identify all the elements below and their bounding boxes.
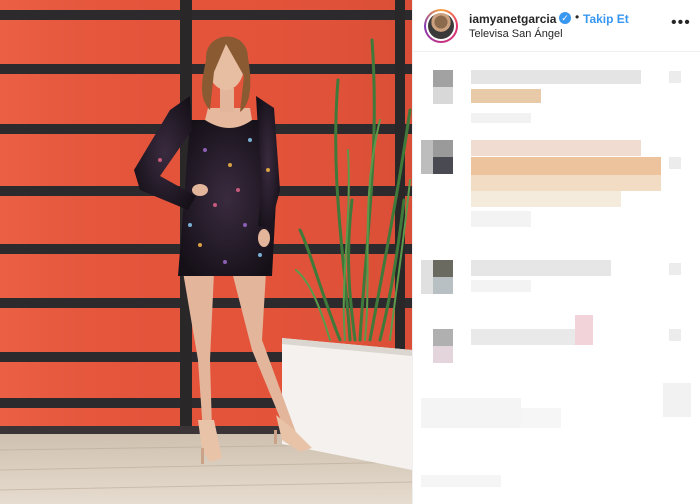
comment-avatar [421,140,433,174]
comment-text-blurred [575,315,593,345]
photo-scene [0,0,412,504]
comment-like-icon [669,329,681,341]
comment-text-blurred [421,398,521,428]
comments-section-blurred [413,53,700,504]
separator-dot: • [575,10,580,24]
comment-text-blurred [471,211,531,227]
location-link[interactable]: Televisa San Ángel [469,28,563,40]
comment-like-icon [669,157,681,169]
more-options-icon[interactable]: ••• [671,14,691,32]
verified-badge-icon: ✓ [559,12,571,24]
comment-text-blurred [471,329,581,345]
avatar-image [428,13,454,39]
comment-text-blurred [471,113,531,123]
comment-text-blurred [471,140,641,156]
comment-avatar [433,329,453,363]
comment-avatar [433,140,453,174]
comment-avatar [433,70,453,104]
comment-text-blurred [471,260,611,276]
comment-text-blurred [471,280,531,292]
comment-text-blurred [521,408,561,428]
comment-like-icon [669,263,681,275]
comment-avatar [421,260,433,294]
follow-button[interactable]: Takip Et [583,12,629,26]
avatar[interactable] [424,9,458,43]
comment-text-blurred [471,70,641,84]
post-side-panel: iamyanetgarcia ✓ • Takip Et Televisa San… [412,0,700,504]
comment-text-blurred [471,157,661,175]
comment-text-blurred [471,191,621,207]
comment-text-blurred [471,175,661,191]
username-link[interactable]: iamyanetgarcia [469,12,556,26]
comment-text-blurred [663,383,691,417]
post-header: iamyanetgarcia ✓ • Takip Et Televisa San… [413,0,700,52]
footer-blurred [421,475,501,487]
comment-text-blurred [471,89,541,103]
comment-like-icon [669,71,681,83]
comment-avatar [433,260,453,294]
avatar-inner [426,11,456,41]
post-photo[interactable] [0,0,412,504]
